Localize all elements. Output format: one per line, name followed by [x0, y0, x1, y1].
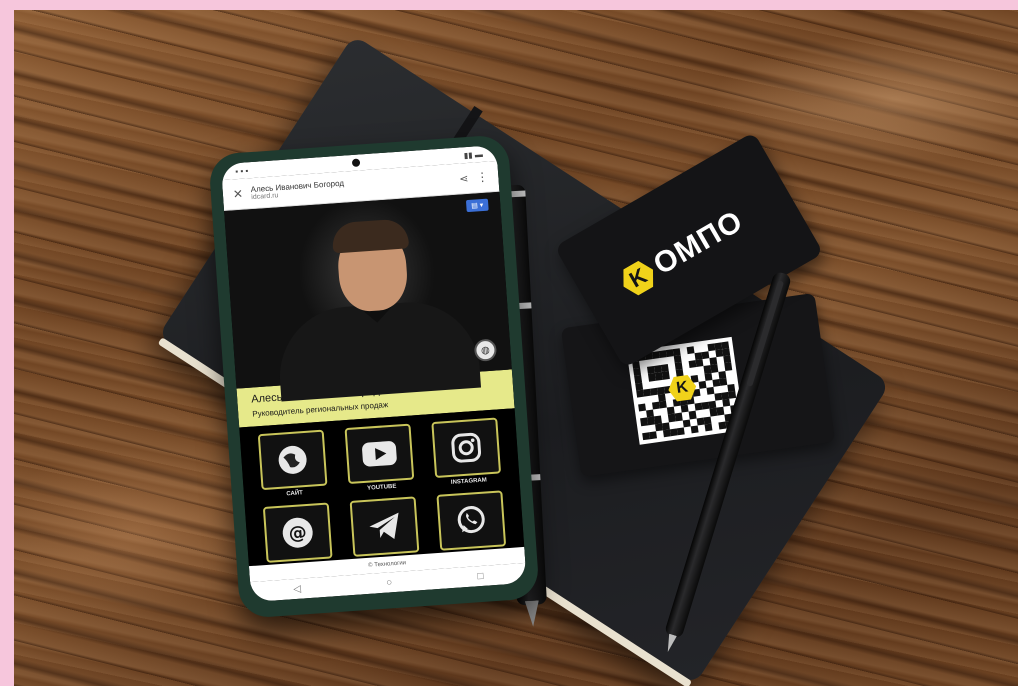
status-left: ▪ ▪ ▪: [235, 165, 249, 176]
svg-text:@: @: [288, 522, 307, 544]
link-tile-instagram[interactable]: INSTAGRAM: [426, 417, 508, 489]
whatsapp-icon: [436, 490, 507, 551]
link-tile-youtube[interactable]: YOUTUBE: [339, 423, 421, 495]
status-right: ▮▮ ▬: [463, 149, 484, 160]
link-label: YOUTUBE: [366, 483, 397, 492]
globe-icon: [257, 429, 328, 491]
brand-name: ОМПО: [647, 204, 749, 282]
link-label: САЙТ: [286, 490, 304, 498]
home-icon[interactable]: ○: [386, 577, 393, 588]
save-contact-icon[interactable]: ◍: [473, 338, 498, 362]
recents-icon[interactable]: □: [477, 570, 484, 581]
footer-text: © Технологии: [368, 560, 407, 569]
pen-nib: [525, 600, 540, 627]
email-icon: @: [262, 502, 333, 563]
telegram-icon: [349, 496, 420, 557]
share-icon[interactable]: ⋖: [459, 171, 469, 185]
more-icon[interactable]: ⋮: [476, 170, 489, 185]
brand-logo: K ОМПО: [615, 204, 749, 301]
link-tile-site[interactable]: САЙТ: [252, 429, 334, 501]
youtube-icon: [344, 423, 415, 485]
back-icon[interactable]: ◁: [293, 583, 301, 595]
profile-photo: ▤ ▾ ◍: [224, 191, 512, 402]
instagram-icon: [431, 417, 502, 478]
smartphone: ▪ ▪ ▪ ▮▮ ▬ ✕ Алесь Иванович Богород idca…: [208, 134, 540, 619]
language-flag-icon[interactable]: ▤ ▾: [465, 198, 489, 213]
phone-screen: ▪ ▪ ▪ ▮▮ ▬ ✕ Алесь Иванович Богород idca…: [220, 144, 527, 603]
front-camera: [351, 158, 361, 168]
photo-background: K K ОМПО ▪ ▪ ▪ ▮▮ ▬ ✕ Алесь Иванович Бог…: [14, 10, 1018, 686]
link-label: INSTAGRAM: [450, 477, 487, 486]
person-hair: [331, 218, 410, 254]
close-icon[interactable]: ✕: [232, 187, 243, 202]
